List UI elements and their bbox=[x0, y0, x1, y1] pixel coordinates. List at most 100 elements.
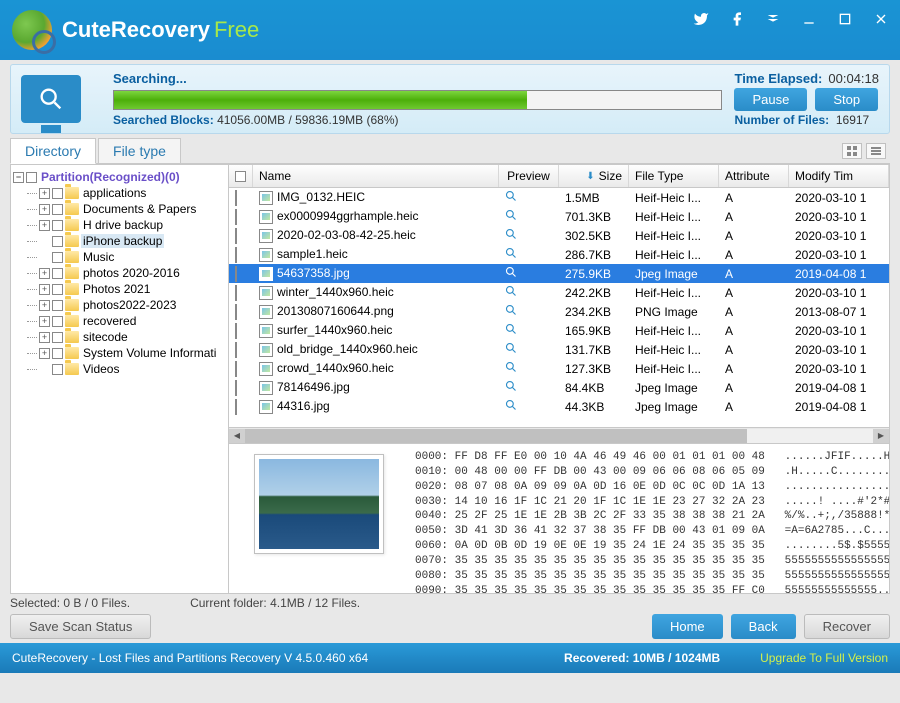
upgrade-link[interactable]: Upgrade To Full Version bbox=[760, 651, 888, 665]
twitter-icon[interactable] bbox=[690, 8, 712, 30]
checkbox[interactable] bbox=[52, 300, 63, 311]
checkbox[interactable] bbox=[52, 188, 63, 199]
expand-icon[interactable]: + bbox=[39, 204, 50, 215]
preview-icon[interactable] bbox=[505, 304, 517, 316]
checkbox[interactable] bbox=[52, 252, 63, 263]
preview-icon[interactable] bbox=[505, 247, 517, 259]
tree-item[interactable]: +Documents & Papers bbox=[13, 201, 226, 217]
pause-button[interactable]: Pause bbox=[734, 88, 807, 111]
checkbox[interactable] bbox=[235, 247, 237, 263]
tree-item[interactable]: +photos2022-2023 bbox=[13, 297, 226, 313]
checkbox[interactable] bbox=[235, 190, 237, 206]
expand-icon[interactable]: + bbox=[39, 284, 50, 295]
preview-icon[interactable] bbox=[505, 399, 517, 411]
checkbox[interactable] bbox=[52, 220, 63, 231]
scroll-left-button[interactable]: ◀ bbox=[229, 429, 245, 443]
preview-icon[interactable] bbox=[505, 190, 517, 202]
checkbox[interactable] bbox=[235, 342, 237, 358]
expand-icon[interactable]: + bbox=[39, 332, 50, 343]
view-list-icon[interactable] bbox=[866, 143, 886, 159]
checkbox[interactable] bbox=[235, 266, 237, 282]
tree-item[interactable]: Music bbox=[13, 249, 226, 265]
tab-directory[interactable]: Directory bbox=[10, 138, 96, 164]
checkbox[interactable] bbox=[235, 399, 237, 415]
horizontal-scrollbar[interactable]: ◀ ▶ bbox=[229, 427, 889, 443]
col-filetype[interactable]: File Type bbox=[629, 165, 719, 187]
checkbox[interactable] bbox=[235, 304, 237, 320]
home-button[interactable]: Home bbox=[652, 614, 723, 639]
save-scan-button[interactable]: Save Scan Status bbox=[10, 614, 151, 639]
checkbox[interactable] bbox=[235, 285, 237, 301]
expand-icon[interactable]: + bbox=[39, 188, 50, 199]
facebook-icon[interactable] bbox=[726, 8, 748, 30]
checkbox[interactable] bbox=[52, 332, 63, 343]
recover-button[interactable]: Recover bbox=[804, 614, 890, 639]
checkbox[interactable] bbox=[235, 380, 237, 396]
stop-button[interactable]: Stop bbox=[815, 88, 878, 111]
tree-item[interactable]: iPhone backup bbox=[13, 233, 226, 249]
tree-item[interactable]: +sitecode bbox=[13, 329, 226, 345]
checkbox[interactable] bbox=[26, 172, 37, 183]
preview-icon[interactable] bbox=[505, 323, 517, 335]
file-row[interactable]: winter_1440x960.heic242.2KBHeif-Heic I..… bbox=[229, 283, 889, 302]
checkbox[interactable] bbox=[52, 364, 63, 375]
preview-icon[interactable] bbox=[505, 266, 517, 278]
file-row[interactable]: 78146496.jpg84.4KBJpeg ImageA2019-04-08 … bbox=[229, 378, 889, 397]
file-row[interactable]: sample1.heic286.7KBHeif-Heic I...A2020-0… bbox=[229, 245, 889, 264]
file-row[interactable]: 54637358.jpg275.9KBJpeg ImageA2019-04-08… bbox=[229, 264, 889, 283]
view-grid-icon[interactable] bbox=[842, 143, 862, 159]
back-button[interactable]: Back bbox=[731, 614, 796, 639]
tab-filetype[interactable]: File type bbox=[98, 138, 181, 163]
col-name[interactable]: Name bbox=[253, 165, 499, 187]
expand-icon[interactable]: + bbox=[39, 220, 50, 231]
expand-icon[interactable]: + bbox=[39, 348, 50, 359]
col-attribute[interactable]: Attribute bbox=[719, 165, 789, 187]
checkbox[interactable] bbox=[235, 323, 237, 339]
preview-icon[interactable] bbox=[505, 228, 517, 240]
file-list-body[interactable]: IMG_0132.HEIC1.5MBHeif-Heic I...A2020-03… bbox=[229, 188, 889, 427]
preview-icon[interactable] bbox=[505, 285, 517, 297]
checkbox[interactable] bbox=[52, 316, 63, 327]
tree-item[interactable]: +Photos 2021 bbox=[13, 281, 226, 297]
checkbox[interactable] bbox=[235, 361, 237, 377]
file-row[interactable]: 2020-02-03-08-42-25.heic302.5KBHeif-Heic… bbox=[229, 226, 889, 245]
preview-icon[interactable] bbox=[505, 342, 517, 354]
maximize-button[interactable] bbox=[834, 8, 856, 30]
tree-item[interactable]: +System Volume Informati bbox=[13, 345, 226, 361]
file-row[interactable]: old_bridge_1440x960.heic131.7KBHeif-Heic… bbox=[229, 340, 889, 359]
col-checkbox[interactable] bbox=[229, 165, 253, 187]
tree-item[interactable]: +photos 2020-2016 bbox=[13, 265, 226, 281]
checkbox[interactable] bbox=[235, 228, 237, 244]
checkbox[interactable] bbox=[52, 268, 63, 279]
close-button[interactable] bbox=[870, 8, 892, 30]
checkbox[interactable] bbox=[52, 284, 63, 295]
checkbox[interactable] bbox=[235, 209, 237, 225]
tree-item[interactable]: +applications bbox=[13, 185, 226, 201]
expand-icon[interactable]: + bbox=[39, 300, 50, 311]
file-row[interactable]: 20130807160644.png234.2KBPNG ImageA2013-… bbox=[229, 302, 889, 321]
file-row[interactable]: ex0000994ggrhample.heic701.3KBHeif-Heic … bbox=[229, 207, 889, 226]
tree-item[interactable]: +H drive backup bbox=[13, 217, 226, 233]
preview-icon[interactable] bbox=[505, 361, 517, 373]
checkbox[interactable] bbox=[52, 348, 63, 359]
tree-item[interactable]: +recovered bbox=[13, 313, 226, 329]
file-row[interactable]: 44316.jpg44.3KBJpeg ImageA2019-04-08 1 bbox=[229, 397, 889, 416]
minimize-button[interactable] bbox=[798, 8, 820, 30]
scroll-right-button[interactable]: ▶ bbox=[873, 429, 889, 443]
tree-item[interactable]: Videos bbox=[13, 361, 226, 377]
tree-root[interactable]: − Partition(Recognized)(0) bbox=[13, 169, 226, 185]
expand-icon[interactable]: + bbox=[39, 316, 50, 327]
collapse-icon[interactable]: − bbox=[13, 172, 24, 183]
col-modify[interactable]: Modify Tim bbox=[789, 165, 889, 187]
preview-icon[interactable] bbox=[505, 380, 517, 392]
col-preview[interactable]: Preview bbox=[499, 165, 559, 187]
scroll-thumb[interactable] bbox=[245, 429, 747, 443]
dropdown-icon[interactable] bbox=[762, 8, 784, 30]
file-row[interactable]: IMG_0132.HEIC1.5MBHeif-Heic I...A2020-03… bbox=[229, 188, 889, 207]
col-size[interactable]: ⬇Size bbox=[559, 165, 629, 187]
expand-icon[interactable]: + bbox=[39, 268, 50, 279]
preview-icon[interactable] bbox=[505, 209, 517, 221]
checkbox[interactable] bbox=[52, 204, 63, 215]
checkbox[interactable] bbox=[52, 236, 63, 247]
file-row[interactable]: crowd_1440x960.heic127.3KBHeif-Heic I...… bbox=[229, 359, 889, 378]
